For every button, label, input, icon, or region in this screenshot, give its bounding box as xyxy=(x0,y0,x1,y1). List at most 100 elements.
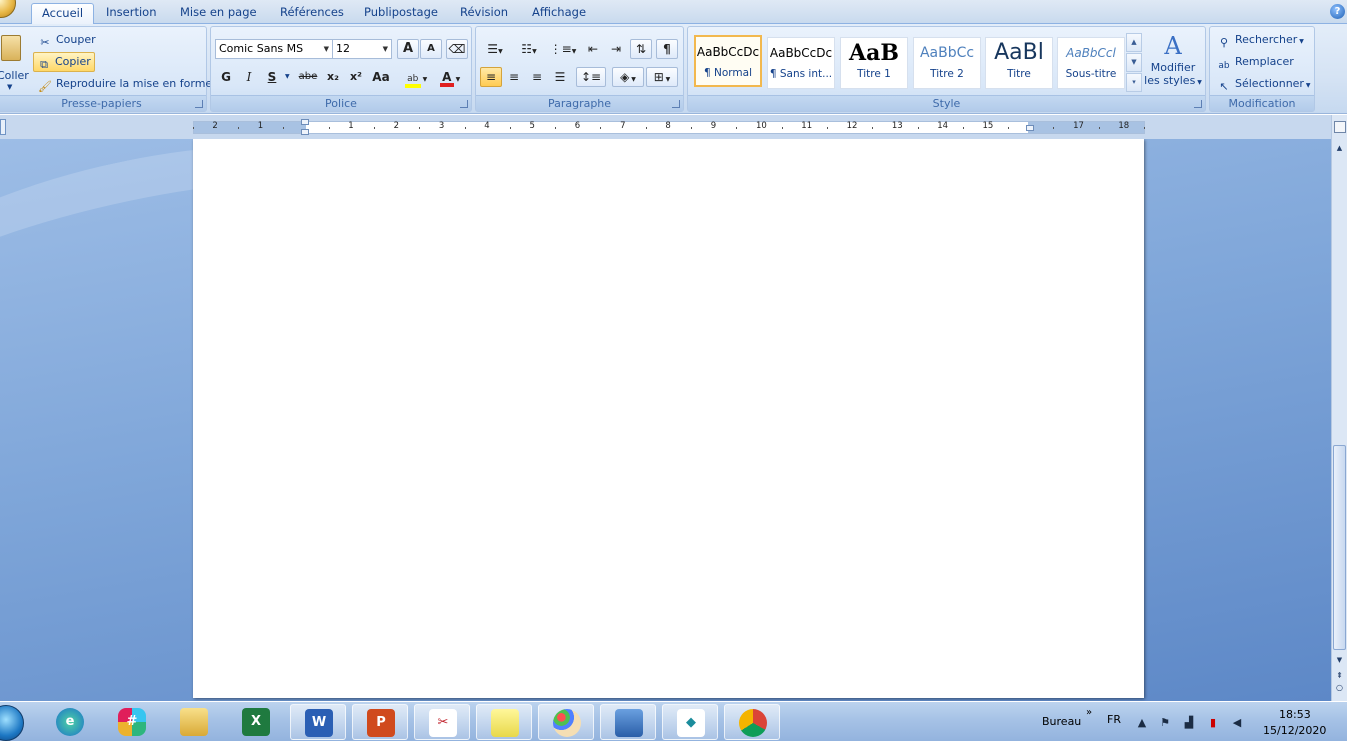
chevron-down-icon[interactable]: ▼ xyxy=(285,73,290,80)
copy-button[interactable]: ⧉ Copier xyxy=(33,52,95,72)
toolbar-location-label[interactable]: Bureau xyxy=(1042,715,1081,728)
network-icon[interactable]: ▟ xyxy=(1182,716,1196,729)
show-hidden-icons-icon[interactable]: ▲ xyxy=(1135,716,1149,729)
right-indent-marker[interactable] xyxy=(1026,125,1034,131)
strikethrough-button[interactable]: abe xyxy=(295,67,321,87)
modify-styles-button[interactable]: A Modifier les styles ▼ xyxy=(1144,31,1202,95)
scroll-thumb[interactable] xyxy=(1333,445,1346,650)
tab-accueil[interactable]: Accueil xyxy=(31,3,95,25)
replace-button[interactable]: ab Remplacer xyxy=(1214,52,1297,72)
chevron-right-icon[interactable]: » xyxy=(1086,707,1092,718)
tab-selector-icon[interactable] xyxy=(0,119,6,135)
increase-indent-icon[interactable]: ⇥ xyxy=(605,39,627,59)
justify-icon[interactable]: ☰ xyxy=(549,67,571,87)
dialog-launcher-icon[interactable] xyxy=(195,100,203,108)
dialog-launcher-icon[interactable] xyxy=(672,100,680,108)
font-size-select[interactable]: 12 ▼ xyxy=(332,39,392,59)
flag-icon[interactable]: ⚑ xyxy=(1158,716,1172,729)
clipboard-group-label: Presse-papiers xyxy=(0,95,206,111)
style-name: ¶ Sans int... xyxy=(769,68,833,80)
italic-button[interactable]: I xyxy=(238,67,260,87)
chrome-icon[interactable] xyxy=(724,704,780,740)
font-family-select[interactable]: Comic Sans MS ▼ xyxy=(215,39,333,59)
battery-icon[interactable]: ▮ xyxy=(1206,716,1220,729)
slack-icon[interactable]: # xyxy=(104,704,160,740)
styles-group-label: Style xyxy=(688,95,1205,111)
line-spacing-button[interactable]: ↕≡ xyxy=(576,67,606,87)
cut-button[interactable]: ✂ Couper xyxy=(35,30,99,50)
find-button[interactable]: ⚲ Rechercher ▼ xyxy=(1214,30,1307,50)
app-glyph: ◆ xyxy=(677,709,705,737)
first-line-indent-marker[interactable] xyxy=(301,119,309,125)
align-left-icon[interactable]: ≡ xyxy=(480,67,502,87)
shrink-font-button[interactable]: A xyxy=(420,39,442,59)
dialog-launcher-icon[interactable] xyxy=(1194,100,1202,108)
help-icon[interactable]: ? xyxy=(1330,4,1345,19)
volume-icon[interactable]: ◀ xyxy=(1230,716,1244,729)
tab-affichage[interactable]: Affichage xyxy=(522,3,596,24)
word-icon[interactable]: W xyxy=(290,704,346,740)
clock-time[interactable]: 18:53 xyxy=(1279,708,1311,721)
change-case-button[interactable]: Aa xyxy=(368,67,394,87)
select-button[interactable]: ↖ Sélectionner ▼ xyxy=(1214,74,1314,94)
grow-font-button[interactable]: A xyxy=(397,39,419,59)
scroll-down-icon[interactable]: ▼ xyxy=(1332,653,1347,667)
style-heading-2[interactable]: AaBbCc Titre 2 xyxy=(913,37,981,89)
sort-icon[interactable]: ⇅ xyxy=(630,39,652,59)
select-browse-object-icon[interactable]: ○ xyxy=(1332,683,1347,693)
format-painter-button[interactable]: 🖌 Reproduire la mise en forme xyxy=(35,74,215,94)
show-marks-button[interactable]: ¶ xyxy=(656,39,678,59)
numbering-button[interactable]: ☷▼ xyxy=(514,39,544,59)
sticky-notes-icon[interactable] xyxy=(476,704,532,740)
gallery-down-icon[interactable]: ▼ xyxy=(1126,53,1142,72)
horizontal-ruler[interactable]: 2 1 1 2 3 4 5 6 7 8 9 10 11 12 13 14 15 17 18 xyxy=(192,121,1146,134)
start-button-icon[interactable] xyxy=(0,705,24,741)
paste-button[interactable]: Coller ▼ xyxy=(0,29,29,95)
shading-button[interactable]: ◈ ▼ xyxy=(612,67,644,87)
tab-insertion[interactable]: Insertion xyxy=(96,3,167,24)
style-title[interactable]: AaBl Titre xyxy=(985,37,1053,89)
decrease-indent-icon[interactable]: ⇤ xyxy=(582,39,604,59)
gallery-more-icon[interactable]: ▾ xyxy=(1126,73,1142,92)
tab-publipostage[interactable]: Publipostage xyxy=(354,3,448,24)
excel-icon[interactable]: X xyxy=(228,704,284,740)
view-ruler-icon[interactable] xyxy=(1334,121,1346,133)
highlight-button[interactable]: ab ▼ xyxy=(401,67,431,88)
tab-revision[interactable]: Révision xyxy=(450,3,518,24)
tab-mise-en-page[interactable]: Mise en page xyxy=(170,3,267,24)
borders-button[interactable]: ⊞ ▼ xyxy=(646,67,678,87)
font-color-button[interactable]: A ▼ xyxy=(435,67,465,87)
tab-references[interactable]: Références xyxy=(270,3,354,24)
multilevel-list-button[interactable]: ⋮≡▼ xyxy=(548,39,578,59)
clear-formatting-icon[interactable]: ⌫ xyxy=(446,39,468,59)
clock-date[interactable]: 15/12/2020 xyxy=(1263,724,1326,737)
style-normal[interactable]: AaBbCcDc ¶ Normal xyxy=(694,35,762,87)
bold-button[interactable]: G xyxy=(215,67,237,87)
paint-icon[interactable] xyxy=(538,704,594,740)
align-right-icon[interactable]: ≡ xyxy=(526,67,548,87)
previous-page-icon[interactable]: ⇞ xyxy=(1332,670,1347,682)
dialog-launcher-icon[interactable] xyxy=(460,100,468,108)
powerpoint-icon[interactable]: P xyxy=(352,704,408,740)
snipping-tool-icon[interactable]: ✂ xyxy=(414,704,470,740)
bullets-button[interactable]: ☰▼ xyxy=(480,39,510,59)
left-indent-marker[interactable] xyxy=(301,129,309,135)
subscript-button[interactable]: x₂ xyxy=(322,67,344,87)
style-subtitle[interactable]: AaBbCcl Sous-titre xyxy=(1057,37,1125,89)
underline-button[interactable]: S xyxy=(261,67,283,87)
file-explorer-icon[interactable] xyxy=(166,704,222,740)
notes-glyph xyxy=(491,709,519,737)
align-center-icon[interactable]: ≡ xyxy=(503,67,525,87)
superscript-button[interactable]: x² xyxy=(345,67,367,87)
scroll-up-icon[interactable]: ▲ xyxy=(1332,141,1347,155)
vertical-scrollbar[interactable]: ▲ ▼ ⇞ ○ xyxy=(1331,115,1347,701)
style-no-spacing[interactable]: AaBbCcDc ¶ Sans int... xyxy=(767,37,835,89)
gallery-up-icon[interactable]: ▲ xyxy=(1126,33,1142,52)
edge-icon[interactable]: e xyxy=(42,704,98,740)
document-page[interactable] xyxy=(193,139,1144,698)
style-heading-1[interactable]: AaB Titre 1 xyxy=(840,37,908,89)
office-button-icon[interactable] xyxy=(0,0,16,18)
remote-desktop-icon[interactable] xyxy=(600,704,656,740)
language-indicator[interactable]: FR xyxy=(1107,713,1121,726)
app-icon[interactable]: ◆ xyxy=(662,704,718,740)
